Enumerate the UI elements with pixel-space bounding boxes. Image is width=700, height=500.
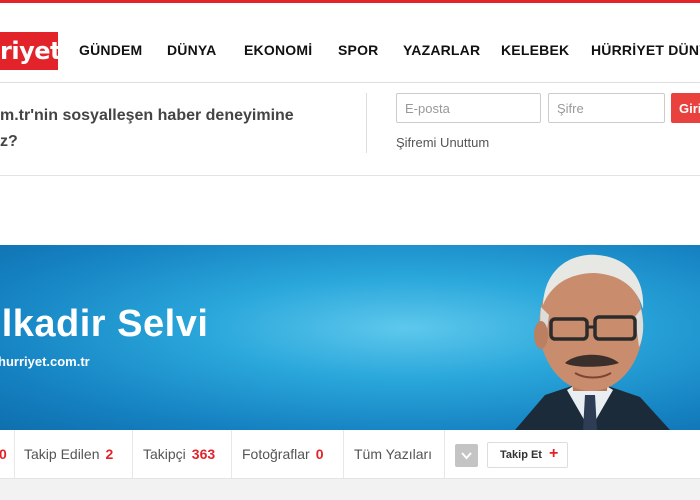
- profile-banner: ulkadir Selvi hurriyet.com.tr: [0, 245, 700, 430]
- tab-count: 363: [191, 446, 216, 462]
- chevron-down-icon: [461, 452, 472, 460]
- tab-label: Takipçi: [143, 446, 186, 462]
- tab-label: Tüm Yazıları: [354, 446, 433, 462]
- top-navbar: riyet GÜNDEM DÜNYA EKONOMİ SPOR YAZARLAR…: [0, 6, 700, 82]
- site-logo[interactable]: riyet: [0, 32, 58, 70]
- tab-tum-yazilari[interactable]: Tüm Yazıları: [354, 430, 432, 478]
- tab-takipci[interactable]: Takipçi 363: [143, 430, 215, 478]
- page-bottom: [0, 479, 700, 500]
- nav-item-dunya[interactable]: DÜNYA: [167, 42, 217, 58]
- tab-takip-edilen[interactable]: Takip Edilen 2: [24, 430, 113, 478]
- nav-item-kelebek[interactable]: KELEBEK: [501, 42, 569, 58]
- profile-tabs: 0 Takip Edilen 2 Takipçi 363 Fotoğraflar 0 …: [0, 430, 700, 479]
- follow-label: Takip Et: [500, 449, 542, 461]
- nav-item-hurriyet-dunya[interactable]: HÜRRİYET DÜNY: [591, 42, 700, 58]
- password-field[interactable]: [548, 93, 665, 123]
- nav-item-ekonomi[interactable]: EKONOMİ: [244, 42, 312, 58]
- tab-separator: [14, 430, 15, 478]
- profile-email[interactable]: hurriyet.com.tr: [0, 354, 90, 369]
- login-promo-text: m.tr'nin sosyalleşen haber deneyimine z?: [0, 103, 330, 155]
- tab-separator: [231, 430, 232, 478]
- tab-label: Fotoğraflar: [242, 446, 310, 462]
- spacer-area: [0, 176, 700, 245]
- follow-button[interactable]: Takip Et +: [487, 442, 568, 468]
- email-field[interactable]: [396, 93, 541, 123]
- nav-item-yazarlar[interactable]: YAZARLAR: [403, 42, 480, 58]
- login-divider: [366, 93, 367, 153]
- tab-count: 0: [315, 446, 324, 462]
- forgot-password-link[interactable]: Şifremi Unuttum: [396, 135, 489, 150]
- nav-item-spor[interactable]: SPOR: [338, 42, 378, 58]
- dropdown-button[interactable]: [455, 444, 478, 467]
- tab-fotograflar[interactable]: Fotoğraflar 0: [242, 430, 324, 478]
- nav-item-gundem[interactable]: GÜNDEM: [79, 42, 142, 58]
- tab-separator: [444, 430, 445, 478]
- login-button[interactable]: Giriş: [671, 93, 700, 123]
- profile-name: ulkadir Selvi: [0, 303, 209, 345]
- login-promo-line-1: m.tr'nin sosyalleşen haber deneyimine: [0, 107, 294, 124]
- tab-first-count[interactable]: 0: [0, 430, 7, 478]
- tab-separator: [343, 430, 344, 478]
- login-bar: m.tr'nin sosyalleşen haber deneyimine z?…: [0, 83, 700, 176]
- login-promo-line-2: z?: [0, 133, 18, 150]
- tab-separator: [132, 430, 133, 478]
- plus-icon: +: [549, 445, 559, 462]
- tab-count: 2: [105, 446, 114, 462]
- tab-label: Takip Edilen: [24, 446, 100, 462]
- author-photo: [515, 254, 670, 430]
